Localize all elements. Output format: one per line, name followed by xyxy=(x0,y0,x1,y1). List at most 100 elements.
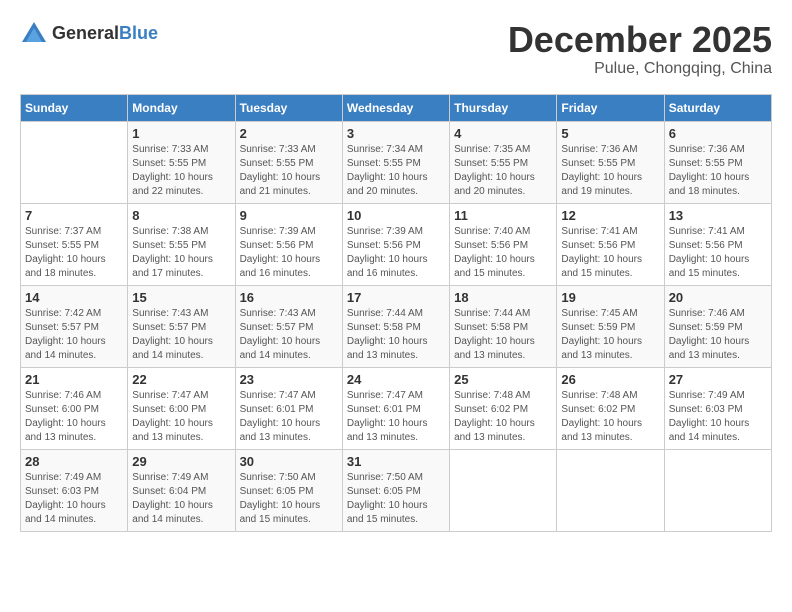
day-cell: 25Sunrise: 7:48 AM Sunset: 6:02 PM Dayli… xyxy=(450,367,557,449)
day-info: Sunrise: 7:49 AM Sunset: 6:03 PM Dayligh… xyxy=(25,471,123,527)
day-cell: 30 Sunrise: 7:50 AM Sunset: 6:05 PM Dayli… xyxy=(235,449,342,531)
day-number: 10 xyxy=(347,208,445,223)
day-number: 13 xyxy=(669,208,767,223)
day-info: Sunrise: 7:41 AM Sunset: 5:56 PM Dayligh… xyxy=(669,225,767,281)
day-number: 7 xyxy=(25,208,123,223)
logo-icon xyxy=(20,20,48,48)
day-info: Sunrise: 7:50 AM Sunset: 6:05 PM Dayligh… xyxy=(347,471,445,527)
day-info: Sunrise: 7:49 AM Sunset: 6:04 PM Dayligh… xyxy=(132,471,230,527)
day-number: 4 xyxy=(454,126,552,141)
header-row: SundayMondayTuesdayWednesdayThursdayFrid… xyxy=(21,94,772,121)
day-cell: 18 Sunrise: 7:44 AM Sunset: 5:58 PM Dayli… xyxy=(450,285,557,367)
day-cell: 8 Sunrise: 7:38 AM Sunset: 5:55 PM Daylig… xyxy=(128,203,235,285)
day-cell: 13 Sunrise: 7:41 AM Sunset: 5:56 PM Dayli… xyxy=(664,203,771,285)
day-number: 18 xyxy=(454,290,552,305)
header-cell-tuesday: Tuesday xyxy=(235,94,342,121)
day-info: Sunrise: 7:46 AM Sunset: 6:00 PM Dayligh… xyxy=(25,389,123,445)
day-cell: 15 Sunrise: 7:43 AM Sunset: 5:57 PM Dayli… xyxy=(128,285,235,367)
day-cell: 4 Sunrise: 7:35 AM Sunset: 5:55 PM Daylig… xyxy=(450,121,557,203)
day-info: Sunrise: 7:45 AM Sunset: 5:59 PM Dayligh… xyxy=(561,307,659,363)
day-number: 31 xyxy=(347,454,445,469)
day-info: Sunrise: 7:36 AM Sunset: 5:55 PM Dayligh… xyxy=(669,143,767,199)
month-title: December 2025 xyxy=(508,20,772,60)
day-info: Sunrise: 7:47 AM Sunset: 6:00 PM Dayligh… xyxy=(132,389,230,445)
day-cell: 29 Sunrise: 7:49 AM Sunset: 6:04 PM Dayli… xyxy=(128,449,235,531)
header-cell-thursday: Thursday xyxy=(450,94,557,121)
location-title: Pulue, Chongqing, China xyxy=(508,60,772,78)
day-number: 17 xyxy=(347,290,445,305)
day-number: 1 xyxy=(132,126,230,141)
day-cell: 7 Sunrise: 7:37 AM Sunset: 5:55 PM Daylig… xyxy=(21,203,128,285)
day-cell: 14Sunrise: 7:42 AM Sunset: 5:57 PM Dayli… xyxy=(21,285,128,367)
day-number: 25 xyxy=(454,372,552,387)
day-cell: 6 Sunrise: 7:36 AM Sunset: 5:55 PM Daylig… xyxy=(664,121,771,203)
day-info: Sunrise: 7:43 AM Sunset: 5:57 PM Dayligh… xyxy=(132,307,230,363)
day-info: Sunrise: 7:47 AM Sunset: 6:01 PM Dayligh… xyxy=(240,389,338,445)
logo: GeneralBlue xyxy=(20,20,158,48)
day-number: 20 xyxy=(669,290,767,305)
week-row-3: 14Sunrise: 7:42 AM Sunset: 5:57 PM Dayli… xyxy=(21,285,772,367)
day-cell: 1Sunrise: 7:33 AM Sunset: 5:55 PM Daylig… xyxy=(128,121,235,203)
day-info: Sunrise: 7:39 AM Sunset: 5:56 PM Dayligh… xyxy=(347,225,445,281)
week-row-4: 21 Sunrise: 7:46 AM Sunset: 6:00 PM Dayli… xyxy=(21,367,772,449)
day-info: Sunrise: 7:43 AM Sunset: 5:57 PM Dayligh… xyxy=(240,307,338,363)
day-number: 3 xyxy=(347,126,445,141)
calendar-body: 1Sunrise: 7:33 AM Sunset: 5:55 PM Daylig… xyxy=(21,121,772,531)
page-header: GeneralBlue December 2025 Pulue, Chongqi… xyxy=(20,20,772,78)
day-number: 6 xyxy=(669,126,767,141)
day-cell: 31 Sunrise: 7:50 AM Sunset: 6:05 PM Dayli… xyxy=(342,449,449,531)
day-number: 22 xyxy=(132,372,230,387)
day-number: 21 xyxy=(25,372,123,387)
day-info: Sunrise: 7:35 AM Sunset: 5:55 PM Dayligh… xyxy=(454,143,552,199)
day-info: Sunrise: 7:40 AM Sunset: 5:56 PM Dayligh… xyxy=(454,225,552,281)
day-cell: 27 Sunrise: 7:49 AM Sunset: 6:03 PM Dayli… xyxy=(664,367,771,449)
day-info: Sunrise: 7:37 AM Sunset: 5:55 PM Dayligh… xyxy=(25,225,123,281)
day-cell: 19Sunrise: 7:45 AM Sunset: 5:59 PM Dayli… xyxy=(557,285,664,367)
calendar-header: SundayMondayTuesdayWednesdayThursdayFrid… xyxy=(21,94,772,121)
day-cell xyxy=(450,449,557,531)
day-number: 8 xyxy=(132,208,230,223)
header-cell-saturday: Saturday xyxy=(664,94,771,121)
day-number: 24 xyxy=(347,372,445,387)
day-cell xyxy=(557,449,664,531)
day-info: Sunrise: 7:34 AM Sunset: 5:55 PM Dayligh… xyxy=(347,143,445,199)
header-cell-wednesday: Wednesday xyxy=(342,94,449,121)
day-info: Sunrise: 7:44 AM Sunset: 5:58 PM Dayligh… xyxy=(454,307,552,363)
day-number: 28 xyxy=(25,454,123,469)
day-cell: 9 Sunrise: 7:39 AM Sunset: 5:56 PM Daylig… xyxy=(235,203,342,285)
day-number: 26 xyxy=(561,372,659,387)
day-info: Sunrise: 7:50 AM Sunset: 6:05 PM Dayligh… xyxy=(240,471,338,527)
day-number: 30 xyxy=(240,454,338,469)
day-info: Sunrise: 7:41 AM Sunset: 5:56 PM Dayligh… xyxy=(561,225,659,281)
day-info: Sunrise: 7:36 AM Sunset: 5:55 PM Dayligh… xyxy=(561,143,659,199)
day-info: Sunrise: 7:48 AM Sunset: 6:02 PM Dayligh… xyxy=(561,389,659,445)
day-cell: 10 Sunrise: 7:39 AM Sunset: 5:56 PM Dayli… xyxy=(342,203,449,285)
day-info: Sunrise: 7:39 AM Sunset: 5:56 PM Dayligh… xyxy=(240,225,338,281)
day-number: 15 xyxy=(132,290,230,305)
day-cell: 5Sunrise: 7:36 AM Sunset: 5:55 PM Daylig… xyxy=(557,121,664,203)
day-number: 23 xyxy=(240,372,338,387)
day-cell: 16 Sunrise: 7:43 AM Sunset: 5:57 PM Dayli… xyxy=(235,285,342,367)
logo-general: GeneralBlue xyxy=(52,24,158,44)
day-cell: 11Sunrise: 7:40 AM Sunset: 5:56 PM Dayli… xyxy=(450,203,557,285)
day-cell xyxy=(21,121,128,203)
day-number: 2 xyxy=(240,126,338,141)
title-area: December 2025 Pulue, Chongqing, China xyxy=(508,20,772,78)
day-cell: 20Sunrise: 7:46 AM Sunset: 5:59 PM Dayli… xyxy=(664,285,771,367)
day-number: 27 xyxy=(669,372,767,387)
day-info: Sunrise: 7:49 AM Sunset: 6:03 PM Dayligh… xyxy=(669,389,767,445)
day-cell: 3 Sunrise: 7:34 AM Sunset: 5:55 PM Daylig… xyxy=(342,121,449,203)
day-cell: 12Sunrise: 7:41 AM Sunset: 5:56 PM Dayli… xyxy=(557,203,664,285)
day-cell xyxy=(664,449,771,531)
day-cell: 24Sunrise: 7:47 AM Sunset: 6:01 PM Dayli… xyxy=(342,367,449,449)
day-number: 16 xyxy=(240,290,338,305)
week-row-2: 7 Sunrise: 7:37 AM Sunset: 5:55 PM Daylig… xyxy=(21,203,772,285)
header-cell-monday: Monday xyxy=(128,94,235,121)
day-number: 9 xyxy=(240,208,338,223)
week-row-5: 28 Sunrise: 7:49 AM Sunset: 6:03 PM Dayli… xyxy=(21,449,772,531)
day-number: 29 xyxy=(132,454,230,469)
header-cell-sunday: Sunday xyxy=(21,94,128,121)
day-info: Sunrise: 7:38 AM Sunset: 5:55 PM Dayligh… xyxy=(132,225,230,281)
day-cell: 17Sunrise: 7:44 AM Sunset: 5:58 PM Dayli… xyxy=(342,285,449,367)
calendar-table: SundayMondayTuesdayWednesdayThursdayFrid… xyxy=(20,94,772,532)
